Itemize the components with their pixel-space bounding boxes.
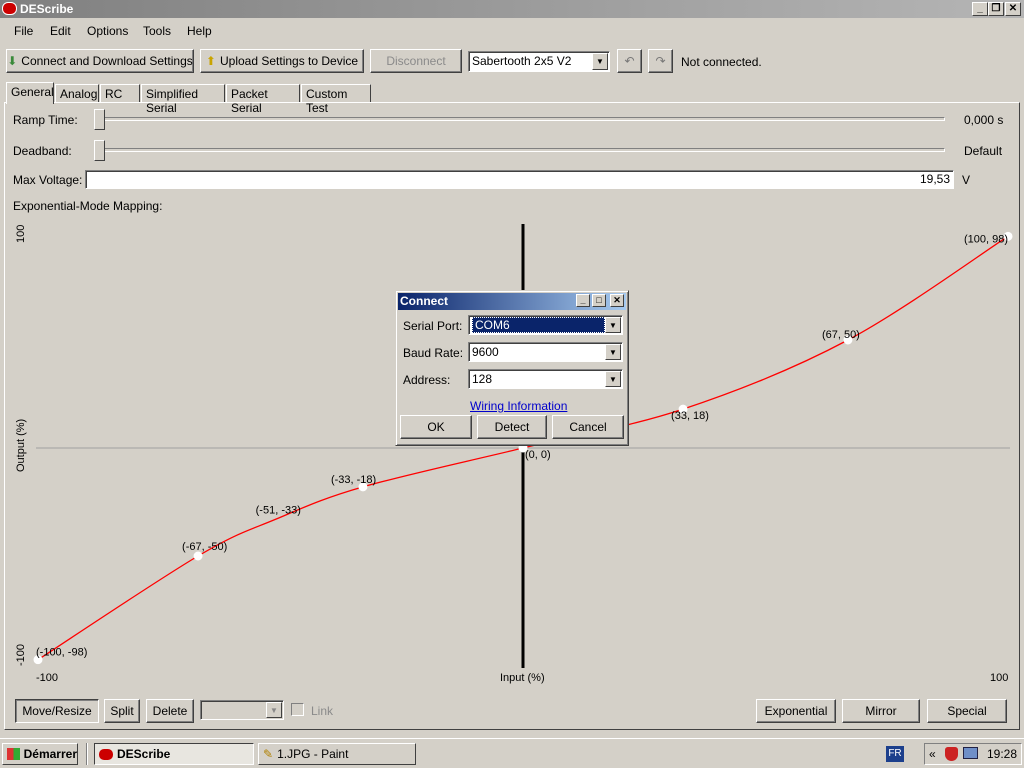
point-label: (-51, -33) <box>256 504 301 516</box>
wiring-information-link[interactable]: Wiring Information <box>470 399 567 413</box>
y-tick-max: 100 <box>15 225 27 243</box>
baud-rate-select[interactable]: 9600 ▼ <box>468 342 623 362</box>
point-label: (-67, -50) <box>182 541 227 553</box>
system-tray: « 19:28 <box>924 743 1022 765</box>
delete-button[interactable]: Delete <box>146 699 194 723</box>
tray-expand-icon[interactable]: « <box>929 747 936 761</box>
shield-icon[interactable] <box>945 747 958 761</box>
address-select[interactable]: 128 ▼ <box>468 369 623 389</box>
serial-port-select[interactable]: COM6 ▼ <box>468 315 623 335</box>
point-label: (67, 50) <box>822 329 860 341</box>
dialog-title: Connect <box>400 294 448 308</box>
address-value: 128 <box>472 372 493 386</box>
ok-button[interactable]: OK <box>400 415 472 439</box>
detect-button[interactable]: Detect <box>477 415 547 439</box>
x-tick-min: -100 <box>36 672 58 684</box>
task-describe[interactable]: DEScribe <box>94 743 254 765</box>
chevron-down-icon: ▼ <box>605 344 621 360</box>
x-tick-max: 100 <box>990 672 1008 684</box>
dialog-minimize-button[interactable]: _ <box>576 294 590 307</box>
y-axis-label: Output (%) <box>15 419 27 472</box>
windows-logo-icon <box>7 748 20 760</box>
taskbar: Démarrer DEScribe ✎ 1.JPG - Paint FR « 1… <box>0 738 1024 768</box>
chevron-down-icon: ▼ <box>605 371 621 387</box>
connect-dialog: Connect _ □ ✕ Serial Port: COM6 ▼ Baud R… <box>395 290 629 446</box>
start-button[interactable]: Démarrer <box>2 743 78 765</box>
exponential-button[interactable]: Exponential <box>756 699 836 723</box>
monitor-icon[interactable] <box>963 747 978 759</box>
task-describe-label: DEScribe <box>117 747 171 761</box>
serial-port-label: Serial Port: <box>403 319 463 333</box>
mirror-button[interactable]: Mirror <box>842 699 920 723</box>
dialog-close-button[interactable]: ✕ <box>610 294 624 307</box>
point-label: (100, 98) <box>964 233 1008 245</box>
start-label: Démarrer <box>23 747 77 761</box>
baud-rate-value: 9600 <box>472 345 499 359</box>
serial-port-value: COM6 <box>472 317 605 333</box>
curve-point[interactable] <box>193 551 203 561</box>
point-label: (0, 0) <box>525 449 551 461</box>
point-label: (-33, -18) <box>331 474 376 486</box>
special-button[interactable]: Special <box>927 699 1007 723</box>
baud-rate-label: Baud Rate: <box>403 346 464 360</box>
point-select[interactable]: ▼ <box>200 700 284 720</box>
clock: 19:28 <box>987 747 1018 761</box>
language-indicator[interactable]: FR <box>886 746 904 762</box>
paint-icon: ✎ <box>263 747 274 761</box>
chevron-down-icon: ▼ <box>266 702 282 718</box>
move-resize-button[interactable]: Move/Resize <box>15 699 99 723</box>
x-axis-label: Input (%) <box>500 672 545 684</box>
split-button[interactable]: Split <box>104 699 140 723</box>
dialog-maximize-button[interactable]: □ <box>592 294 606 307</box>
address-label: Address: <box>403 373 451 387</box>
cancel-button[interactable]: Cancel <box>552 415 624 439</box>
y-tick-min: -100 <box>15 644 27 666</box>
link-checkbox[interactable] <box>291 703 304 716</box>
link-label: Link <box>311 704 334 718</box>
describe-app-icon <box>99 748 113 760</box>
chevron-down-icon: ▼ <box>605 317 621 333</box>
task-paint-label: 1.JPG - Paint <box>277 747 349 761</box>
point-label: (33, 18) <box>671 410 709 422</box>
point-label: (-100, -98) <box>36 647 87 659</box>
taskbar-divider <box>86 743 88 765</box>
tab-general[interactable]: General <box>6 82 54 104</box>
task-paint[interactable]: ✎ 1.JPG - Paint <box>258 743 416 765</box>
